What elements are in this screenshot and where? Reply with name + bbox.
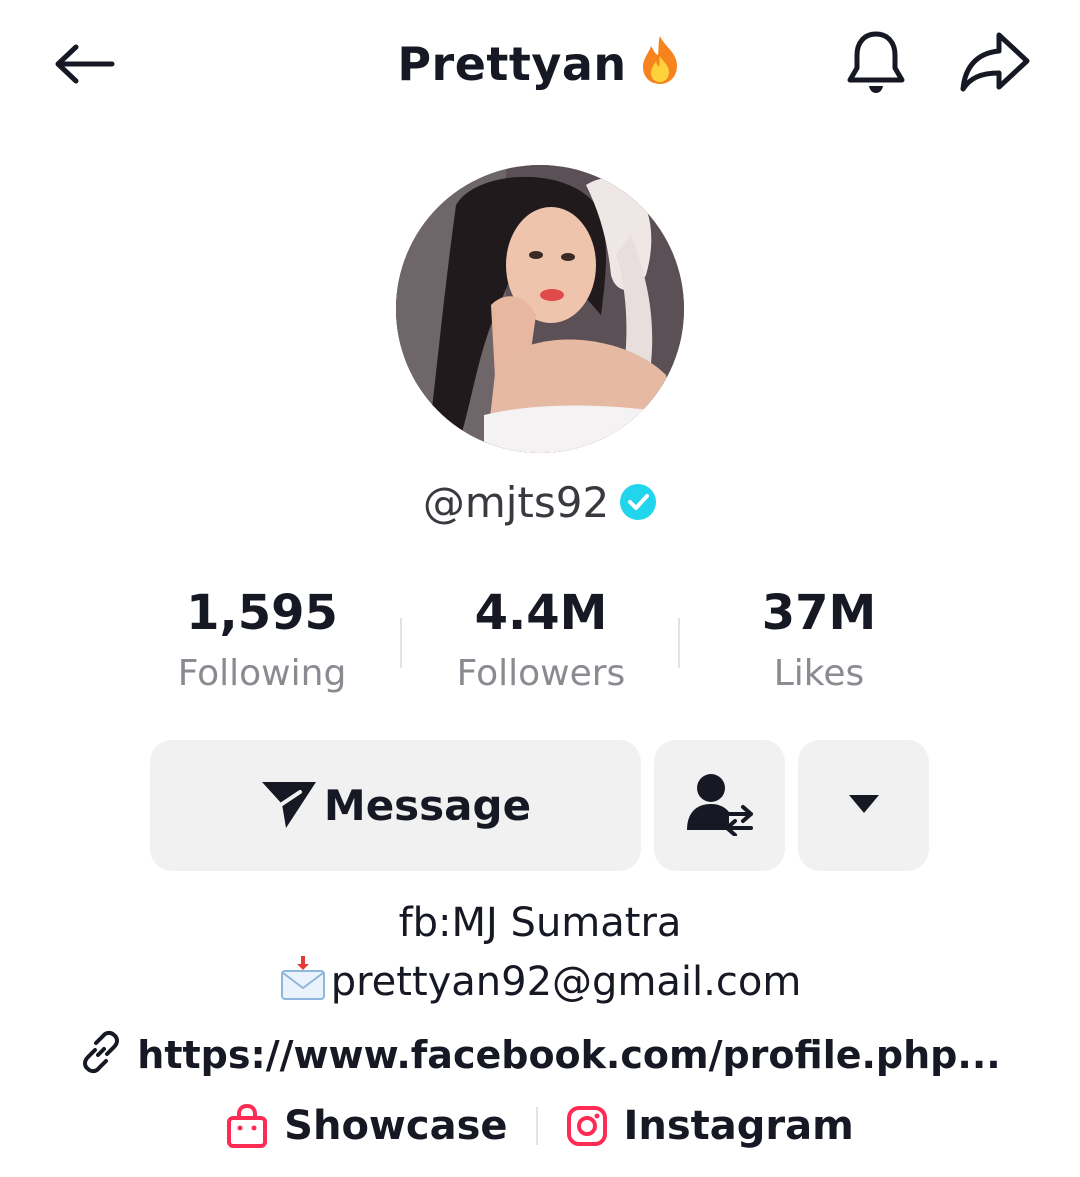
- share-arrow-icon: [959, 31, 1031, 97]
- notification-bell-button[interactable]: [840, 28, 912, 100]
- bio-line-facebook: fb:MJ Sumatra: [398, 900, 682, 946]
- following-label: Following: [177, 653, 347, 694]
- profile-page: Prettyan @mjts92 1,595 Following 4.4M Fo…: [0, 0, 1080, 1177]
- more-options-button[interactable]: [798, 740, 929, 871]
- likes-count: 37M: [761, 585, 877, 641]
- link-icon: [79, 1030, 123, 1083]
- top-bar: Prettyan: [0, 0, 1080, 130]
- following-stat[interactable]: 1,595 Following: [122, 585, 402, 694]
- followers-count: 4.4M: [474, 585, 608, 641]
- likes-stat[interactable]: 37M Likes: [679, 585, 959, 694]
- username: @mjts92: [422, 478, 610, 527]
- bio-line-email: prettyan92@gmail.com: [0, 955, 1080, 1011]
- followers-label: Followers: [456, 653, 626, 694]
- avatar-photo-illustration: [396, 165, 684, 453]
- user-swap-icon: [685, 772, 755, 840]
- followers-stat[interactable]: 4.4M Followers: [401, 585, 681, 694]
- shopping-bag-icon: [226, 1104, 268, 1148]
- verified-badge-icon: [619, 482, 657, 531]
- share-button[interactable]: [955, 28, 1035, 100]
- instagram-link[interactable]: Instagram: [566, 1103, 854, 1149]
- social-links: Showcase Instagram: [0, 1103, 1080, 1149]
- message-label: Message: [323, 781, 532, 830]
- message-button[interactable]: Message: [150, 740, 641, 871]
- showcase-link[interactable]: Showcase: [226, 1103, 508, 1149]
- fire-icon: [637, 34, 683, 97]
- envelope-icon: [279, 955, 327, 1011]
- bio-link[interactable]: https://www.facebook.com/profile.php...: [0, 1030, 1080, 1083]
- page-title: Prettyan: [0, 34, 1080, 97]
- bio-link-text: https://www.facebook.com/profile.php...: [137, 1033, 1001, 1077]
- email-text: prettyan92@gmail.com: [330, 959, 802, 1005]
- profile-avatar[interactable]: [396, 165, 684, 453]
- username-row: @mjts92: [0, 478, 1080, 531]
- triangle-down-icon: [847, 793, 881, 819]
- paper-plane-icon: [260, 778, 318, 834]
- instagram-label: Instagram: [623, 1103, 854, 1149]
- friends-button[interactable]: [654, 740, 785, 871]
- profile-display-name: Prettyan: [397, 37, 627, 91]
- following-count: 1,595: [186, 585, 338, 641]
- instagram-icon: [566, 1105, 608, 1147]
- likes-label: Likes: [773, 653, 865, 694]
- social-divider: [535, 1107, 538, 1145]
- showcase-label: Showcase: [284, 1103, 508, 1149]
- bell-icon: [844, 28, 908, 100]
